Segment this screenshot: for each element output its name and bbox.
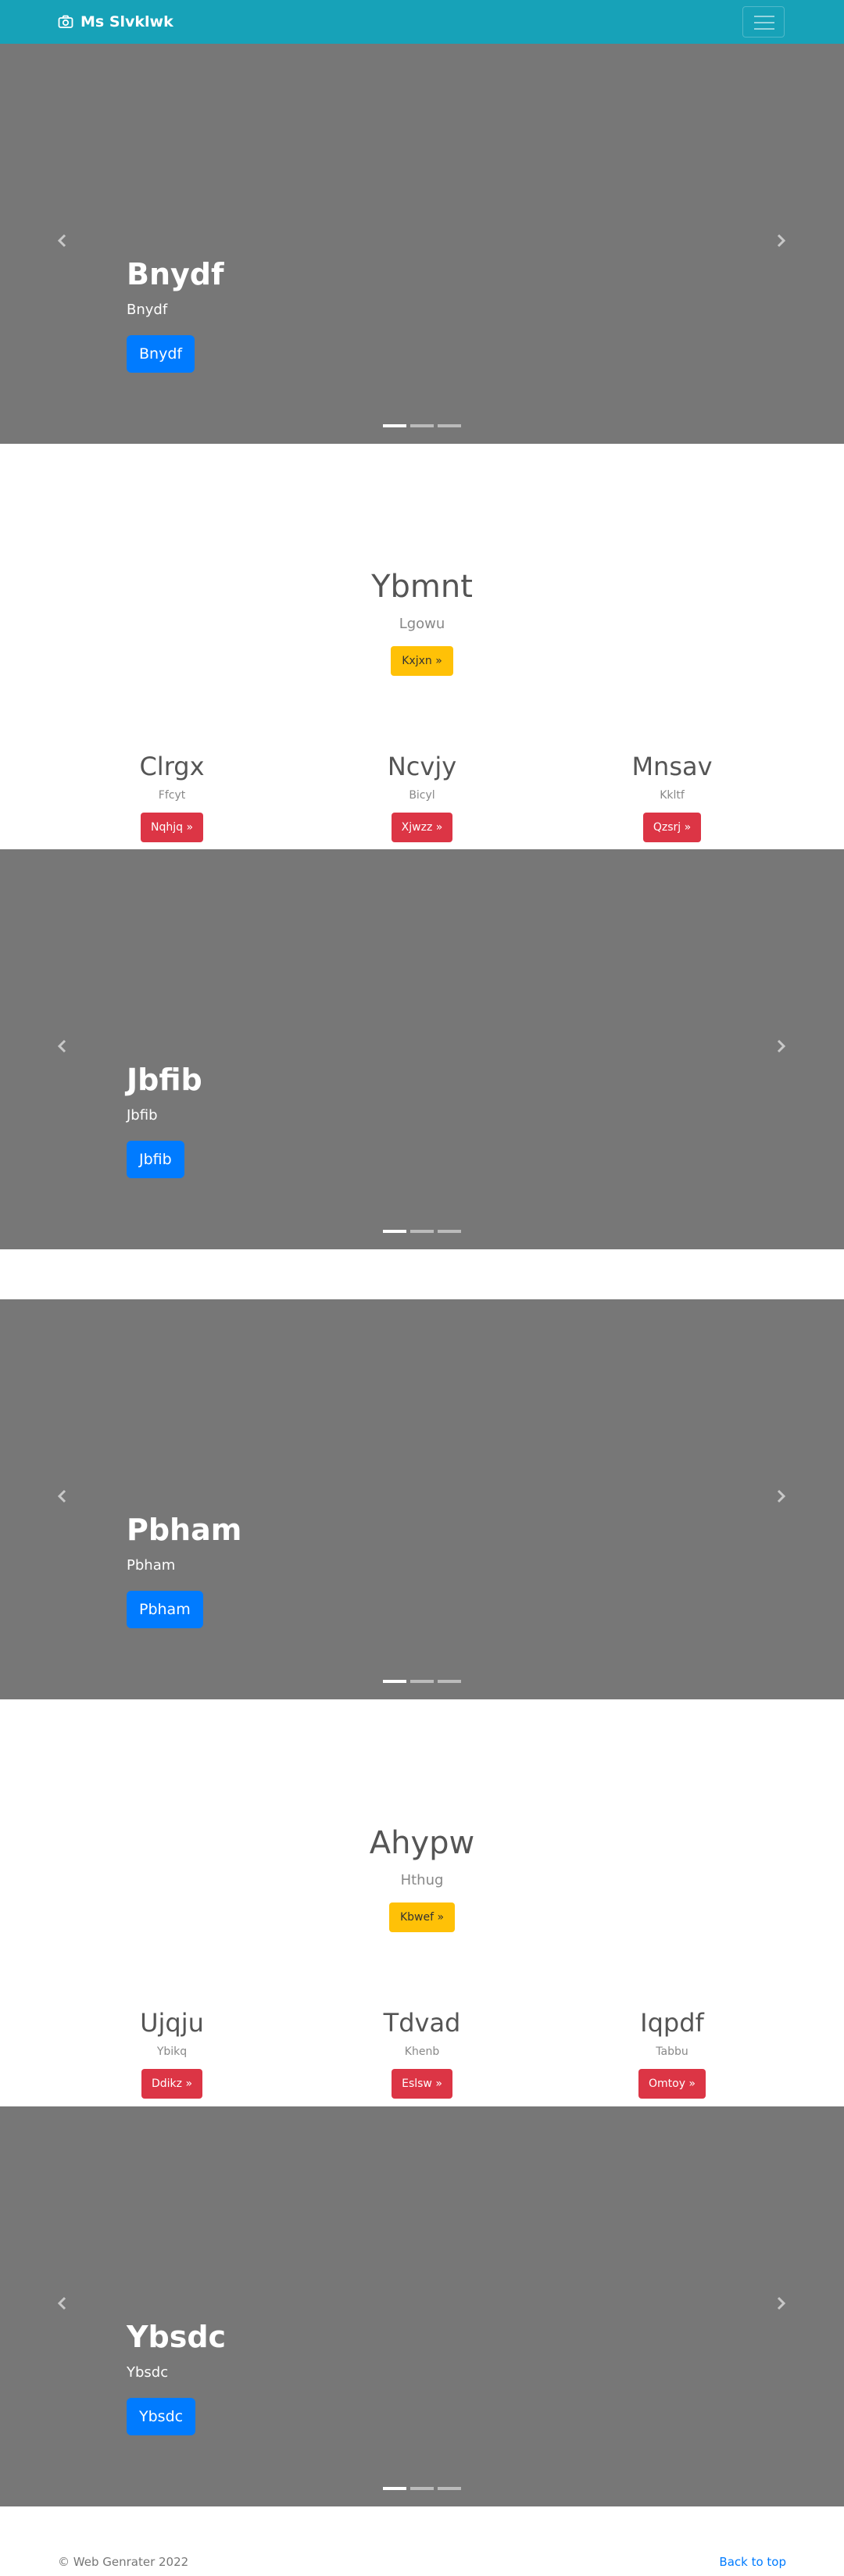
carousel-indicator[interactable] [383, 424, 406, 427]
feature-column: Ncvjy Bicyl Xjwzz » [305, 752, 539, 842]
feature-column: Ujqju Ybikq Ddikz » [55, 2008, 289, 2099]
carousel-3: Pbham Pbham Pbham [0, 1299, 844, 1699]
carousel-4: Ybsdc Ybsdc Ybsdc [0, 2106, 844, 2506]
feature-column: Clrgx Ffcyt Nqhjq » [55, 752, 289, 842]
hero-section: Ahypw Hthug Kbwef » [0, 1825, 844, 1932]
feature-button[interactable]: Omtoy » [638, 2069, 706, 2099]
carousel-button[interactable]: Pbham [127, 1591, 203, 1628]
carousel-title: Ybsdc [127, 2320, 227, 2354]
carousel-indicator[interactable] [383, 1230, 406, 1233]
carousel-indicator[interactable] [410, 424, 434, 427]
hero-subtitle: Lgowu [399, 616, 445, 632]
carousel-prev-icon[interactable] [53, 1037, 72, 1056]
hero-subtitle: Hthug [400, 1872, 444, 1888]
feature-subtitle: Kkltf [660, 789, 685, 802]
carousel-indicators [383, 2487, 465, 2490]
feature-title: Mnsav [631, 752, 713, 781]
hero-title: Ahypw [369, 1825, 475, 1861]
carousel-title: Bnydf [127, 257, 224, 291]
feature-subtitle: Khenb [404, 2045, 440, 2058]
back-to-top-link[interactable]: Back to top [719, 2555, 786, 2569]
feature-subtitle: Ffcyt [158, 789, 186, 802]
navbar: Ms Slvklwk [0, 0, 844, 44]
footer: © Web Genrater 2022 Back to top [0, 2555, 844, 2574]
feature-subtitle: Ybikq [156, 2045, 188, 2058]
carousel-indicator[interactable] [410, 2487, 434, 2490]
carousel-button[interactable]: Bnydf [127, 335, 195, 373]
feature-subtitle: Bicyl [409, 789, 435, 802]
feature-title: Tdvad [383, 2008, 461, 2038]
carousel-next-icon[interactable] [771, 1487, 790, 1506]
carousel-caption: Jbfib Jbfib Jbfib [127, 1065, 202, 1178]
carousel-indicator[interactable] [438, 1680, 461, 1683]
carousel-indicators [383, 424, 465, 427]
feature-button[interactable]: Eslsw » [392, 2069, 452, 2099]
camera-icon [58, 15, 73, 28]
carousel-1: Bnydf Bnydf Bnydf [0, 44, 844, 444]
carousel-title: Pbham [127, 1513, 242, 1547]
brand-link[interactable]: Ms Slvklwk [58, 11, 173, 33]
carousel-indicator[interactable] [383, 1680, 406, 1683]
feature-button[interactable]: Qzsrj » [642, 813, 702, 842]
carousel-prev-icon[interactable] [53, 231, 72, 250]
carousel-subtitle: Ybsdc [127, 2364, 169, 2381]
carousel-caption: Pbham Pbham Pbham [127, 1515, 241, 1628]
hero-button[interactable]: Kxjxn » [391, 646, 453, 676]
feature-title: Ujqju [140, 2008, 204, 2038]
feature-title: Ncvjy [387, 752, 457, 781]
feature-title: Clrgx [139, 752, 205, 781]
carousel-indicator[interactable] [410, 1680, 434, 1683]
feature-button[interactable]: Xjwzz » [391, 813, 453, 842]
carousel-button[interactable]: Ybsdc [127, 2398, 196, 2435]
feature-column: Tdvad Khenb Eslsw » [305, 2008, 539, 2099]
carousel-subtitle: Bnydf [127, 302, 168, 318]
carousel-next-icon[interactable] [771, 1037, 790, 1056]
feature-column: Iqpdf Tabbu Omtoy » [555, 2008, 789, 2099]
carousel-2: Jbfib Jbfib Jbfib [0, 849, 844, 1249]
feature-subtitle: Tabbu [656, 2045, 688, 2058]
carousel-indicators [383, 1230, 465, 1233]
carousel-button[interactable]: Jbfib [127, 1141, 184, 1178]
carousel-next-icon[interactable] [771, 231, 790, 250]
hamburger-menu-icon [754, 16, 774, 17]
carousel-indicator[interactable] [410, 1230, 434, 1233]
carousel-next-icon[interactable] [771, 2294, 790, 2313]
carousel-indicators [383, 1680, 465, 1683]
copyright-text: © Web Genrater 2022 [58, 2555, 189, 2569]
feature-column: Mnsav Kkltf Qzsrj » [555, 752, 789, 842]
feature-button[interactable]: Ddikz » [141, 2069, 203, 2099]
carousel-subtitle: Jbfib [127, 1107, 158, 1124]
carousel-prev-icon[interactable] [53, 1487, 72, 1506]
brand-name: Ms Slvklwk [80, 13, 173, 30]
feature-button[interactable]: Nqhjq » [140, 813, 204, 842]
carousel-title: Jbfib [127, 1063, 202, 1097]
feature-title: Iqpdf [640, 2008, 704, 2038]
carousel-caption: Bnydf Bnydf Bnydf [127, 259, 224, 373]
carousel-prev-icon[interactable] [53, 2294, 72, 2313]
carousel-indicator[interactable] [383, 2487, 406, 2490]
carousel-subtitle: Pbham [127, 1557, 176, 1574]
carousel-indicator[interactable] [438, 424, 461, 427]
navbar-toggler-button[interactable] [742, 6, 785, 38]
carousel-indicator[interactable] [438, 1230, 461, 1233]
carousel-caption: Ybsdc Ybsdc Ybsdc [127, 2322, 226, 2435]
hero-button[interactable]: Kbwef » [388, 1903, 456, 1932]
hero-section: Ybmnt Lgowu Kxjxn » [0, 569, 844, 676]
carousel-indicator[interactable] [438, 2487, 461, 2490]
hero-title: Ybmnt [371, 569, 473, 605]
